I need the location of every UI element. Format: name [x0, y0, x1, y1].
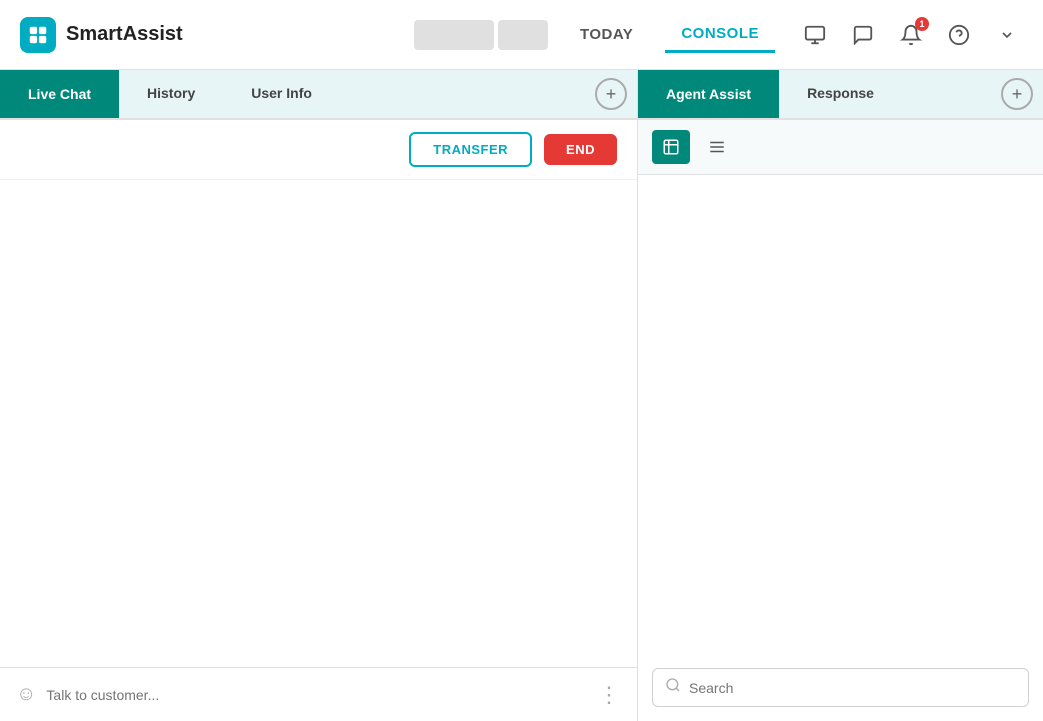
notification-badge: 1 [915, 17, 929, 31]
search-bar [652, 668, 1029, 707]
nav-today[interactable]: TODAY [564, 18, 649, 51]
logo-icon [20, 17, 56, 53]
right-tabs: Agent Assist Response + [638, 70, 1043, 120]
user-menu-btn[interactable] [991, 19, 1023, 51]
right-panel: Agent Assist Response + [638, 70, 1043, 721]
nav-console[interactable]: CONSOLE [665, 17, 775, 53]
agent-toolbar [638, 120, 1043, 175]
agent-menu-btn[interactable] [698, 130, 736, 164]
main: Live Chat History User Info + TRANSFER E… [0, 70, 1043, 721]
header-nav [414, 20, 548, 50]
emoji-icon[interactable]: ☺ [16, 683, 36, 706]
tab-live-chat[interactable]: Live Chat [0, 70, 119, 118]
left-tabs: Live Chat History User Info + [0, 70, 637, 120]
header-placeholder-1[interactable] [414, 20, 494, 50]
end-button[interactable]: END [544, 134, 617, 165]
notification-btn[interactable]: 1 [895, 19, 927, 51]
left-panel: Live Chat History User Info + TRANSFER E… [0, 70, 638, 721]
header-placeholder-2[interactable] [498, 20, 548, 50]
chat-icon-btn[interactable] [847, 19, 879, 51]
tab-history[interactable]: History [119, 70, 223, 118]
agent-content [638, 175, 1043, 658]
chat-input-bar: ☺ ⋮ [0, 667, 637, 721]
chat-input[interactable] [46, 687, 588, 703]
header: SmartAssist TODAY CONSOLE 1 [0, 0, 1043, 70]
chat-area [0, 180, 637, 667]
more-options-icon[interactable]: ⋮ [598, 682, 621, 708]
agent-book-btn[interactable] [652, 130, 690, 164]
logo: SmartAssist [20, 17, 183, 53]
tab-user-info[interactable]: User Info [223, 70, 340, 118]
chat-toolbar: TRANSFER END [0, 120, 637, 180]
search-input[interactable] [689, 680, 1016, 696]
help-icon-btn[interactable] [943, 19, 975, 51]
left-tab-add-btn[interactable]: + [595, 78, 627, 110]
monitor-icon-btn[interactable] [799, 19, 831, 51]
right-tab-add-btn[interactable]: + [1001, 78, 1033, 110]
transfer-button[interactable]: TRANSFER [409, 132, 532, 167]
search-icon [665, 677, 681, 698]
tab-agent-assist[interactable]: Agent Assist [638, 70, 779, 118]
tab-response[interactable]: Response [779, 70, 902, 118]
header-icons: 1 [799, 19, 1023, 51]
logo-text: SmartAssist [66, 23, 183, 46]
